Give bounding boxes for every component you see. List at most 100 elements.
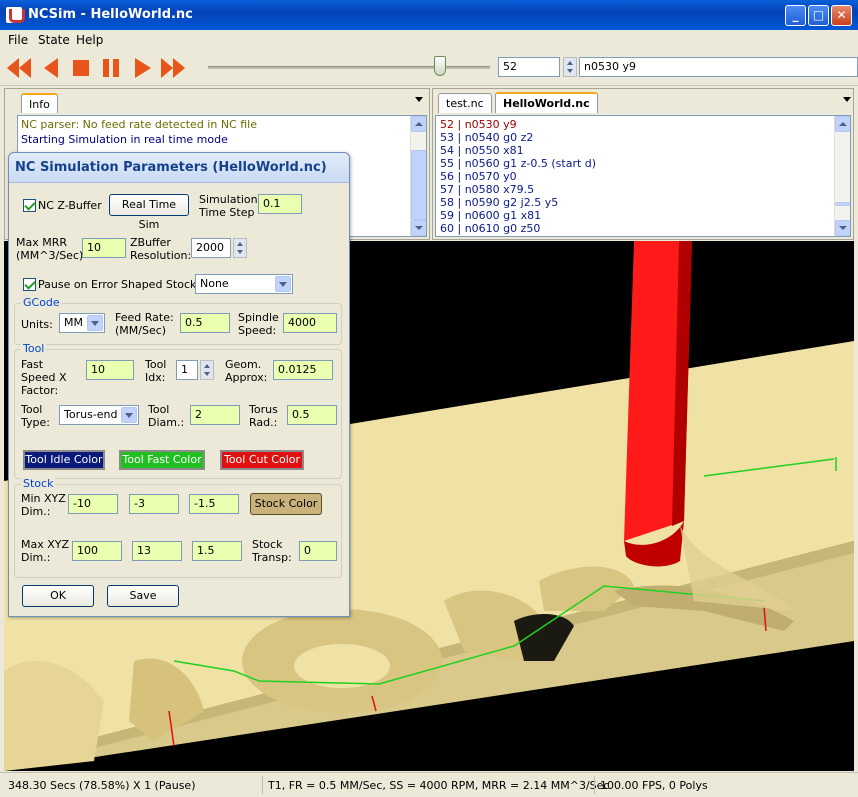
menu-help[interactable]: Help	[76, 33, 103, 47]
min-x-input[interactable]: -10	[68, 494, 118, 514]
tab-helloworld-nc[interactable]: HelloWorld.nc	[495, 92, 598, 113]
torus-rad-input[interactable]: 0.5	[287, 405, 337, 425]
line-number: 58	[440, 196, 454, 209]
scroll-thumb[interactable]	[835, 202, 850, 206]
pause-on-error-checkbox[interactable]	[23, 278, 36, 291]
scroll-up-icon[interactable]	[411, 116, 426, 132]
stop-icon[interactable]	[68, 55, 94, 81]
shaped-stock-select[interactable]: None	[195, 274, 293, 294]
line-number: 52	[440, 118, 454, 131]
tool-type-label: Tool Type:	[21, 403, 50, 429]
tool-idx-spinner[interactable]	[200, 360, 214, 380]
tool-type-select[interactable]: Torus-end	[59, 405, 139, 425]
line-text: n0530 y9	[464, 118, 517, 131]
feed-rate-input[interactable]: 0.5	[180, 313, 230, 333]
line-text: n0580 x79.5	[464, 183, 535, 196]
menu-bar: File State Help	[0, 30, 858, 50]
line-number: 60	[440, 222, 454, 235]
tool-idx-input[interactable]: 1	[176, 360, 198, 380]
chevron-down-icon[interactable]	[121, 407, 137, 423]
line-number-input[interactable]: 52	[498, 57, 560, 77]
tab-test-nc[interactable]: test.nc	[438, 93, 492, 113]
stock-transp-input[interactable]: 0	[299, 541, 337, 561]
spindle-speed-label: Spindle Speed:	[238, 311, 279, 337]
geom-approx-input[interactable]: 0.0125	[273, 360, 333, 380]
max-mrr-input[interactable]: 10	[82, 238, 126, 258]
menu-file[interactable]: File	[8, 33, 28, 47]
line-separator: |	[454, 183, 465, 196]
dialog-title: NC Simulation Parameters (HelloWorld.nc)	[9, 153, 349, 183]
tool-group-title: Tool	[21, 342, 47, 355]
fast-forward-icon[interactable]	[160, 55, 186, 81]
play-icon[interactable]	[130, 55, 156, 81]
maximize-button[interactable]: □	[808, 5, 829, 26]
app-icon	[6, 7, 25, 23]
pause-on-error-label: Pause on Error	[38, 278, 118, 291]
zbuffer-res-input[interactable]: 2000	[191, 238, 231, 258]
progress-slider-thumb[interactable]	[434, 56, 446, 76]
status-fps: 100.00 FPS, 0 Polys	[600, 779, 708, 792]
gcode-group-title: GCode	[21, 296, 62, 309]
nc-zbuffer-label: NC Z-Buffer	[38, 199, 102, 212]
line-text: n0550 x81	[464, 144, 524, 157]
panel-menu-icon[interactable]	[415, 97, 423, 102]
nc-zbuffer-checkbox[interactable]	[23, 199, 36, 212]
pause-icon[interactable]	[98, 55, 124, 81]
menu-state[interactable]: State	[38, 33, 70, 47]
shaped-stock-value: None	[200, 277, 229, 290]
units-select[interactable]: MM	[59, 313, 105, 333]
ok-button[interactable]: OK	[22, 585, 94, 607]
max-mrr-label: Max MRR (MM^3/Sec)	[16, 236, 84, 262]
code-scrollbar[interactable]	[834, 116, 850, 236]
min-y-input[interactable]: -3	[129, 494, 179, 514]
step-back-icon[interactable]	[38, 55, 64, 81]
tool-idle-color-button[interactable]: Tool Idle Color	[23, 450, 105, 470]
current-line-field[interactable]: n0530 y9	[579, 57, 858, 77]
tab-info[interactable]: Info	[21, 93, 58, 113]
tool-diam-label: Tool Diam.:	[148, 403, 185, 429]
line-separator: |	[454, 170, 465, 183]
units-value: MM	[64, 316, 83, 329]
tool-cut-color-button[interactable]: Tool Cut Color	[220, 450, 304, 470]
scroll-down-icon[interactable]	[411, 220, 426, 236]
zbuffer-res-spinner[interactable]	[233, 238, 247, 258]
code-line[interactable]: 53 | n0540 g0 z2	[440, 131, 846, 144]
code-line[interactable]: 54 | n0550 x81	[440, 144, 846, 157]
scroll-down-icon[interactable]	[835, 220, 850, 236]
info-scrollbar[interactable]	[410, 116, 426, 236]
line-text: n0600 g1 x81	[464, 209, 542, 222]
code-line[interactable]: 58 | n0590 g2 j2.5 y5	[440, 196, 846, 209]
line-number-spinner[interactable]	[563, 57, 577, 77]
spindle-speed-input[interactable]: 4000	[283, 313, 337, 333]
code-line[interactable]: 52 | n0530 y9	[440, 118, 846, 131]
chevron-down-icon[interactable]	[87, 315, 103, 331]
panel-menu-icon[interactable]	[843, 97, 851, 102]
real-time-sim-button[interactable]: Real Time Sim	[109, 194, 189, 231]
scroll-up-icon[interactable]	[835, 116, 850, 132]
progress-slider-track[interactable]	[208, 66, 490, 69]
save-button[interactable]: Save	[107, 585, 179, 607]
code-line[interactable]: 59 | n0600 g1 x81	[440, 209, 846, 222]
fast-speed-input[interactable]: 10	[86, 360, 134, 380]
minimize-button[interactable]: _	[785, 5, 806, 26]
stock-color-button[interactable]: Stock Color	[250, 493, 322, 515]
tool-fast-color-button[interactable]: Tool Fast Color	[119, 450, 205, 470]
tool-diam-input[interactable]: 2	[190, 405, 240, 425]
code-line[interactable]: 57 | n0580 x79.5	[440, 183, 846, 196]
line-number: 54	[440, 144, 454, 157]
max-y-input[interactable]: 13	[132, 541, 182, 561]
tool-idx-label: Tool Idx:	[145, 358, 167, 384]
code-line[interactable]: 60 | n0610 g0 z50	[440, 222, 846, 235]
max-x-input[interactable]: 100	[72, 541, 122, 561]
sim-time-step-input[interactable]: 0.1	[258, 194, 302, 214]
code-line[interactable]: 55 | n0560 g1 z-0.5 (start d)	[440, 157, 846, 170]
min-z-input[interactable]: -1.5	[189, 494, 239, 514]
code-line[interactable]: 56 | n0570 y0	[440, 170, 846, 183]
zbuffer-res-label: ZBuffer Resolution:	[130, 236, 192, 262]
rewind-icon[interactable]	[6, 55, 32, 81]
chevron-down-icon[interactable]	[275, 276, 291, 292]
max-z-input[interactable]: 1.5	[192, 541, 242, 561]
close-button[interactable]: ✕	[831, 5, 852, 26]
status-separator	[594, 776, 595, 794]
scroll-thumb[interactable]	[411, 150, 426, 220]
